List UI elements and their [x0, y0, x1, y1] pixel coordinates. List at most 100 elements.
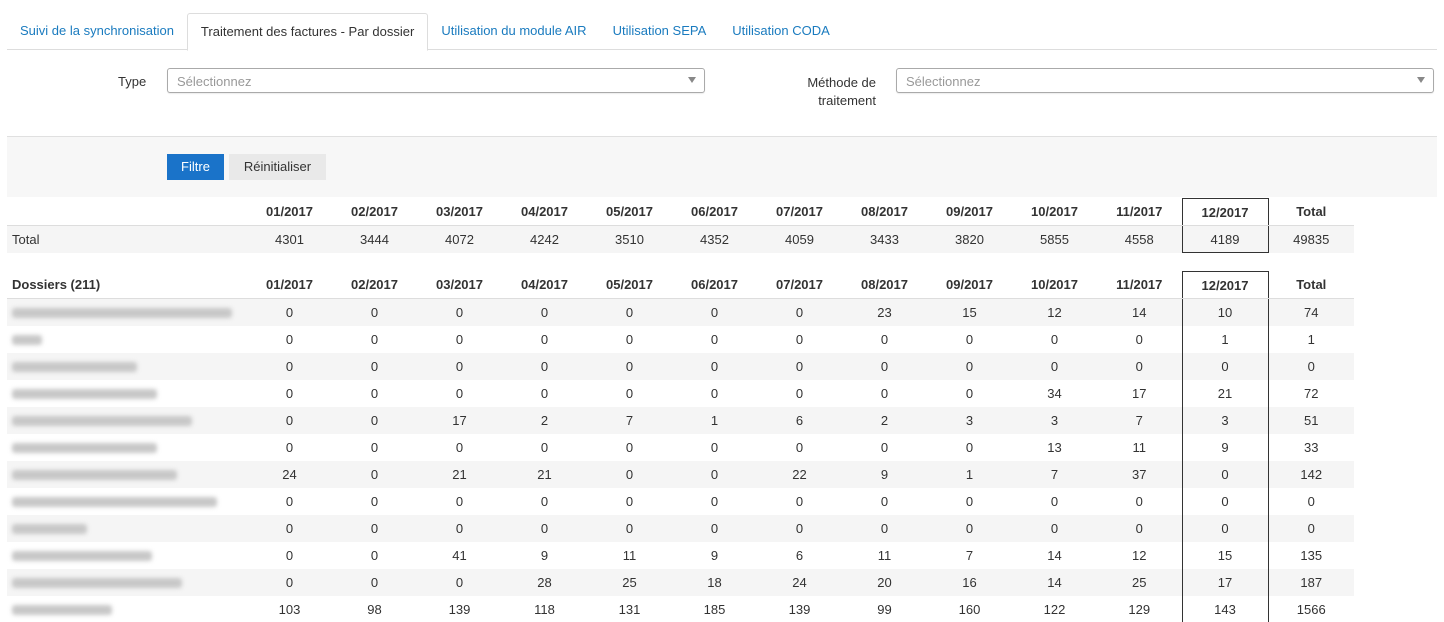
- column-header-month: 05/2017: [587, 198, 672, 226]
- total-cell: 4301: [275, 231, 304, 247]
- value-cell: 0: [540, 385, 549, 401]
- reset-button[interactable]: Réinitialiser: [229, 154, 326, 180]
- value-cell: 9: [710, 547, 719, 563]
- total-cell: 4558: [1124, 231, 1154, 247]
- value-cell: 0: [1181, 460, 1269, 488]
- table-row[interactable]: 0 0 0 0 0 0 0 0 0 34 17 21 72: [7, 379, 1354, 407]
- table-row[interactable]: 24 0 21 21 0 0 22 9 1 7 37 0 142: [7, 460, 1354, 488]
- value-cell: 24: [792, 574, 807, 590]
- value-cell: 0: [965, 385, 974, 401]
- column-header-month: 07/2017: [757, 198, 842, 226]
- table-row[interactable]: 0 0 0 0 0 0 0 0 0 0 0 1 1: [7, 325, 1354, 353]
- total-cell: 4242: [530, 231, 559, 247]
- value-cell: 7: [1050, 466, 1059, 482]
- table-row[interactable]: 0 0 41 9 11 9 6 11 7 14 12 15 135: [7, 541, 1354, 569]
- redacted-name: [12, 362, 137, 373]
- table-row[interactable]: 0 0 0 0 0 0 0 0 0 13 11 9 33: [7, 433, 1354, 461]
- value-cell: 0: [880, 331, 889, 347]
- total-cell: 3444: [360, 231, 389, 247]
- value-cell: 0: [540, 439, 549, 455]
- value-cell: 0: [795, 520, 804, 536]
- method-label: Méthode de traitement: [760, 74, 876, 110]
- value-cell: 6: [795, 547, 804, 563]
- dossier-name: [7, 488, 247, 515]
- value-cell: 25: [1132, 574, 1147, 590]
- column-header-month: 06/2017: [672, 198, 757, 226]
- value-cell: 28: [537, 574, 552, 590]
- tab-1[interactable]: Suivi de la synchronisation: [7, 13, 187, 50]
- dossier-name: [7, 569, 247, 596]
- column-header-month: 11/2017: [1097, 271, 1182, 299]
- row-total-cell: 72: [1304, 385, 1319, 401]
- value-cell: 0: [285, 520, 294, 536]
- value-cell: 0: [1135, 520, 1143, 536]
- value-cell: 0: [370, 331, 379, 347]
- dossier-name: [7, 326, 247, 353]
- table-row[interactable]: 103 98 139 118 131 185 139 99 160 122 129 143 1566: [7, 595, 1354, 622]
- value-cell: 0: [965, 331, 974, 347]
- column-header-month: 02/2017: [332, 198, 417, 226]
- value-cell: 12: [1047, 304, 1062, 320]
- value-cell: 0: [965, 358, 974, 374]
- value-cell: 0: [540, 493, 549, 509]
- row-total-cell: 0: [1307, 358, 1315, 374]
- value-cell: 0: [1050, 331, 1059, 347]
- value-cell: 0: [710, 466, 719, 482]
- value-cell: 0: [370, 493, 379, 509]
- table-row[interactable]: 0 0 0 0 0 0 0 0 0 0 0 0 0: [7, 514, 1354, 542]
- table-row[interactable]: 0 0 0 0 0 0 0 23 15 12 14 10 74: [7, 298, 1354, 326]
- method-label-line2: traitement: [818, 93, 876, 108]
- chevron-down-icon: [1417, 77, 1425, 83]
- value-cell: 0: [285, 304, 294, 320]
- value-cell: 0: [625, 439, 634, 455]
- value-cell: 21: [537, 466, 552, 482]
- redacted-name: [12, 497, 217, 508]
- filter-button[interactable]: Filtre: [167, 154, 224, 180]
- value-cell: 0: [285, 385, 294, 401]
- value-cell: 122: [1043, 601, 1066, 617]
- dossier-name: [7, 596, 247, 622]
- total-cell: 4189: [1181, 225, 1269, 253]
- value-cell: 24: [282, 466, 297, 482]
- row-total-cell: 0: [1307, 520, 1315, 536]
- method-select[interactable]: Sélectionnez: [896, 68, 1434, 93]
- dossier-name: [7, 353, 247, 380]
- value-cell: 0: [710, 520, 719, 536]
- column-header-name: [7, 198, 247, 226]
- type-select[interactable]: Sélectionnez: [167, 68, 705, 93]
- value-cell: 0: [455, 304, 464, 320]
- value-cell: 0: [710, 493, 719, 509]
- value-cell: 185: [703, 601, 726, 617]
- value-cell: 131: [618, 601, 641, 617]
- column-header-month: 01/2017: [247, 198, 332, 226]
- value-cell: 6: [795, 412, 804, 428]
- column-header-month: 02/2017: [332, 271, 417, 299]
- table-row[interactable]: 0 0 17 2 7 1 6 2 3 3 7 3 51: [7, 406, 1354, 434]
- value-cell: 0: [1135, 331, 1143, 347]
- table-row[interactable]: 0 0 0 0 0 0 0 0 0 0 0 0 0: [7, 352, 1354, 380]
- value-cell: 25: [622, 574, 637, 590]
- table-row[interactable]: 0 0 0 0 0 0 0 0 0 0 0 0 0: [7, 487, 1354, 515]
- value-cell: 0: [795, 439, 804, 455]
- dossier-name: [7, 461, 247, 488]
- tab-3[interactable]: Utilisation du module AIR: [428, 13, 599, 50]
- value-cell: 139: [788, 601, 811, 617]
- column-header-month: 01/2017: [247, 271, 332, 299]
- value-cell: 0: [965, 520, 974, 536]
- value-cell: 0: [880, 520, 889, 536]
- table-row[interactable]: 0 0 0 28 25 18 24 20 16 14 25 17 187: [7, 568, 1354, 596]
- value-cell: 17: [1181, 568, 1269, 596]
- value-cell: 2: [880, 412, 889, 428]
- column-header-month: 04/2017: [502, 198, 587, 226]
- redacted-name: [12, 335, 42, 346]
- tab-5[interactable]: Utilisation CODA: [719, 13, 843, 50]
- value-cell: 3: [965, 412, 974, 428]
- value-cell: 0: [625, 520, 634, 536]
- tab-4[interactable]: Utilisation SEPA: [600, 13, 720, 50]
- redacted-name: [12, 605, 112, 616]
- column-header-month: 07/2017: [757, 271, 842, 299]
- value-cell: 0: [370, 520, 379, 536]
- tab-2[interactable]: Traitement des factures - Par dossier: [186, 13, 429, 51]
- value-cell: 0: [880, 493, 889, 509]
- dossier-name: [7, 434, 247, 461]
